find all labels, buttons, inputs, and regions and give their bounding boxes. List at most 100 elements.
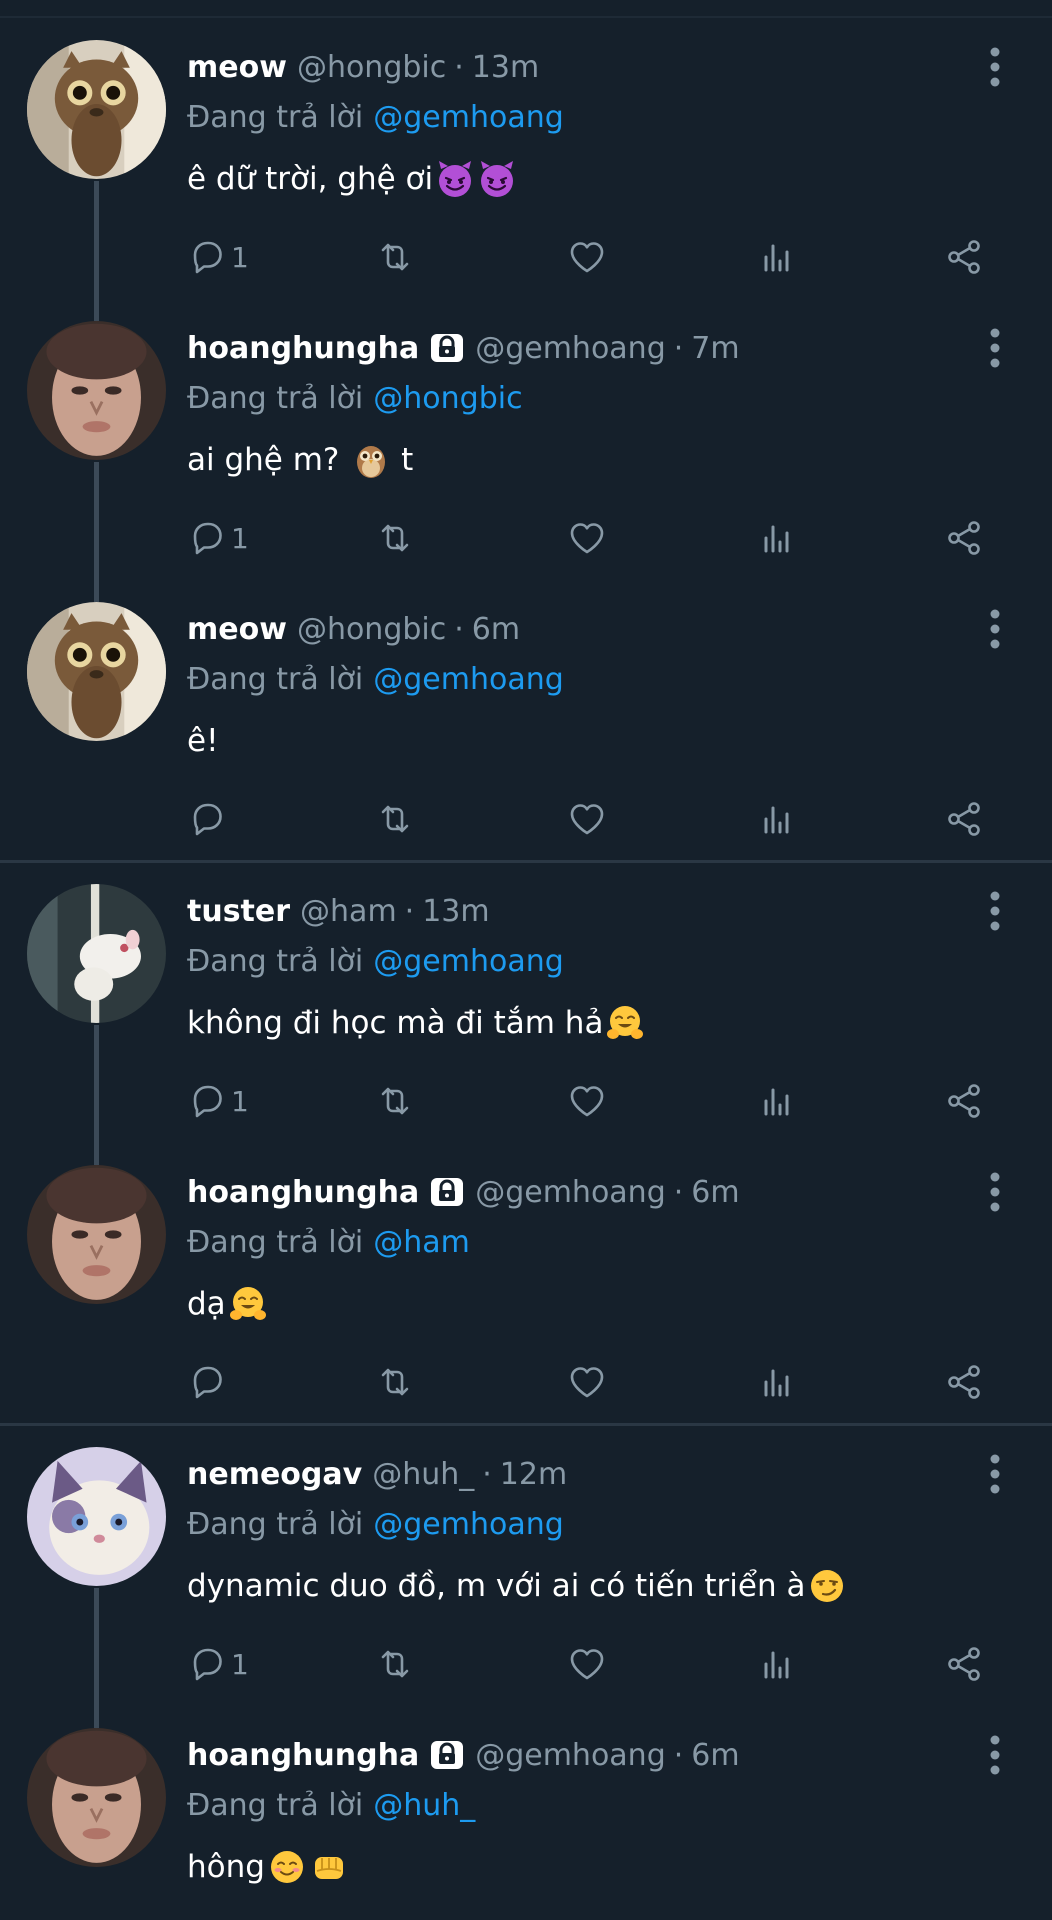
- replying-to: Đang trả lời @hongbic: [187, 375, 523, 421]
- replying-mention[interactable]: @ham: [373, 1225, 470, 1260]
- tweet-text-suffix: t: [391, 442, 414, 478]
- person-avatar[interactable]: [27, 1728, 166, 1867]
- stats-button[interactable]: [757, 1639, 797, 1689]
- timestamp[interactable]: 13m: [472, 50, 539, 85]
- timestamp[interactable]: 13m: [422, 894, 489, 929]
- separator-dot: ·: [673, 330, 684, 366]
- retweet-button[interactable]: [375, 513, 415, 563]
- replying-mention[interactable]: @huh_: [373, 1788, 475, 1823]
- retweet-icon: [375, 1081, 415, 1121]
- tweet-text-content: dynamic duo đồ, m với ai có tiến triển à: [187, 1568, 806, 1604]
- display-name[interactable]: meow: [187, 50, 287, 85]
- stats-button[interactable]: [757, 1076, 797, 1126]
- user-handle[interactable]: @gemhoang: [475, 1175, 666, 1210]
- like-button[interactable]: [567, 1639, 607, 1689]
- display-name[interactable]: hoanghungha: [187, 331, 419, 366]
- smirking-face-emoji: [807, 1566, 847, 1606]
- replying-label: Đang trả lời: [187, 99, 364, 135]
- replying-label: Đang trả lời: [187, 380, 364, 416]
- retweet-icon: [375, 518, 415, 558]
- replying-mention[interactable]: @gemhoang: [373, 100, 564, 135]
- retweet-button[interactable]: [375, 794, 415, 844]
- cat-avatar[interactable]: [27, 602, 166, 741]
- replying-mention[interactable]: @gemhoang: [373, 944, 564, 979]
- kitten-avatar[interactable]: [27, 1447, 166, 1586]
- reply-button[interactable]: [187, 794, 231, 844]
- user-handle[interactable]: @gemhoang: [475, 331, 666, 366]
- like-button[interactable]: [567, 513, 607, 563]
- user-handle[interactable]: @ham: [300, 894, 397, 929]
- more-options-icon[interactable]: [980, 44, 1010, 90]
- stats-button[interactable]: [757, 232, 797, 282]
- person-avatar[interactable]: [27, 321, 166, 460]
- retweet-button[interactable]: [375, 1357, 415, 1407]
- tweet-text-content: không đi học mà đi tắm hả: [187, 1005, 604, 1041]
- replying-mention[interactable]: @gemhoang: [373, 1507, 564, 1542]
- more-options-icon[interactable]: [980, 1169, 1010, 1215]
- more-options-icon[interactable]: [980, 606, 1010, 652]
- timestamp[interactable]: 6m: [691, 1738, 739, 1773]
- tweet-text-content: ê dữ trời, ghệ ơi: [187, 161, 434, 197]
- share-button[interactable]: [944, 513, 984, 563]
- like-button[interactable]: [567, 794, 607, 844]
- replying-label: Đang trả lời: [187, 1787, 364, 1823]
- person-avatar[interactable]: [27, 1165, 166, 1304]
- tweet-header: hoanghungha @gemhoang · 6m: [187, 1169, 740, 1215]
- rat-avatar[interactable]: [27, 884, 166, 1023]
- tweet-5[interactable]: hoanghungha @gemhoang · 6m Đang trả lời …: [0, 1125, 1052, 1406]
- owl-emoji: [351, 440, 391, 480]
- more-options-icon[interactable]: [980, 1451, 1010, 1497]
- share-button[interactable]: [944, 1076, 984, 1126]
- tweet-7[interactable]: hoanghungha @gemhoang · 6m Đang trả lời …: [0, 1688, 1052, 1920]
- more-options-icon[interactable]: [980, 1732, 1010, 1778]
- reply-button[interactable]: 1: [187, 1639, 249, 1689]
- display-name[interactable]: hoanghungha: [187, 1175, 419, 1210]
- user-handle[interactable]: @gemhoang: [475, 1738, 666, 1773]
- stats-button[interactable]: [757, 794, 797, 844]
- display-name[interactable]: nemeogav: [187, 1457, 362, 1492]
- heart-icon: [567, 1644, 607, 1684]
- replying-mention[interactable]: @hongbic: [373, 381, 522, 416]
- retweet-button[interactable]: [375, 232, 415, 282]
- tweet-4[interactable]: tuster @ham · 13m Đang trả lời @gemhoang…: [0, 844, 1052, 1165]
- display-name[interactable]: hoanghungha: [187, 1738, 419, 1773]
- user-handle[interactable]: @hongbic: [297, 50, 446, 85]
- reply-button[interactable]: 1: [187, 1076, 249, 1126]
- share-button[interactable]: [944, 794, 984, 844]
- display-name[interactable]: meow: [187, 612, 287, 647]
- more-options-icon[interactable]: [980, 888, 1010, 934]
- reply-button[interactable]: [187, 1357, 231, 1407]
- timestamp[interactable]: 12m: [500, 1457, 567, 1492]
- retweet-button[interactable]: [375, 1639, 415, 1689]
- reply-button[interactable]: 1: [187, 232, 249, 282]
- timestamp[interactable]: 6m: [691, 1175, 739, 1210]
- stats-button[interactable]: [757, 1357, 797, 1407]
- stats-icon: [757, 1644, 797, 1684]
- display-name[interactable]: tuster: [187, 894, 290, 929]
- stats-icon: [757, 799, 797, 839]
- like-button[interactable]: [567, 1076, 607, 1126]
- share-icon: [944, 1362, 984, 1402]
- timestamp[interactable]: 6m: [472, 612, 520, 647]
- reply-button[interactable]: 1: [187, 513, 249, 563]
- replying-mention[interactable]: @gemhoang: [373, 662, 564, 697]
- more-options-icon[interactable]: [980, 325, 1010, 371]
- timestamp[interactable]: 7m: [691, 331, 739, 366]
- like-button[interactable]: [567, 232, 607, 282]
- tweet-1[interactable]: meow @hongbic · 13m Đang trả lời @gemhoa…: [0, 0, 1052, 321]
- share-button[interactable]: [944, 232, 984, 282]
- like-button[interactable]: [567, 1357, 607, 1407]
- tweet-actions: 1: [187, 513, 1007, 563]
- tweet-text: ê!: [187, 716, 219, 766]
- share-button[interactable]: [944, 1357, 984, 1407]
- retweet-button[interactable]: [375, 1076, 415, 1126]
- user-handle[interactable]: @hongbic: [297, 612, 446, 647]
- stats-button[interactable]: [757, 513, 797, 563]
- tweet-3[interactable]: meow @hongbic · 6m Đang trả lời @gemhoan…: [0, 562, 1052, 843]
- user-handle[interactable]: @huh_: [372, 1457, 474, 1492]
- share-button[interactable]: [944, 1639, 984, 1689]
- cat-avatar[interactable]: [27, 40, 166, 179]
- tweet-2[interactable]: hoanghungha @gemhoang · 7m Đang trả lời …: [0, 281, 1052, 602]
- tweet-6[interactable]: nemeogav @huh_ · 12m Đang trả lời @gemho…: [0, 1407, 1052, 1728]
- tweet-text: hông: [187, 1842, 349, 1892]
